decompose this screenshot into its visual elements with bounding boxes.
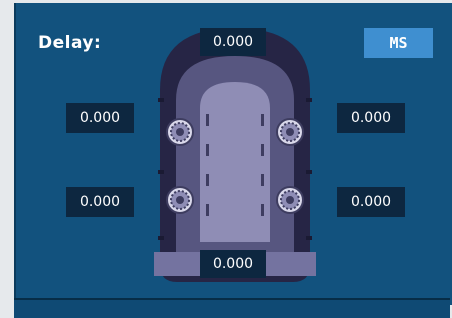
speaker-icon [276,186,304,214]
rear-left-delay-value[interactable]: 0.000 [66,187,134,217]
speaker-icon [166,186,194,214]
front-right-delay-value[interactable]: 0.000 [337,103,405,133]
unit-toggle-button[interactable]: MS [364,28,433,58]
speaker-icon [166,118,194,146]
rear-right-delay-value[interactable]: 0.000 [337,187,405,217]
front-left-delay-value[interactable]: 0.000 [66,103,134,133]
subwoofer-delay-value[interactable]: 0.000 [200,250,266,278]
bottom-bar [14,298,450,318]
delay-title: Delay: [38,33,102,53]
speaker-icon [276,118,304,146]
center-delay-value[interactable]: 0.000 [200,28,266,56]
car-cabin [200,82,270,242]
